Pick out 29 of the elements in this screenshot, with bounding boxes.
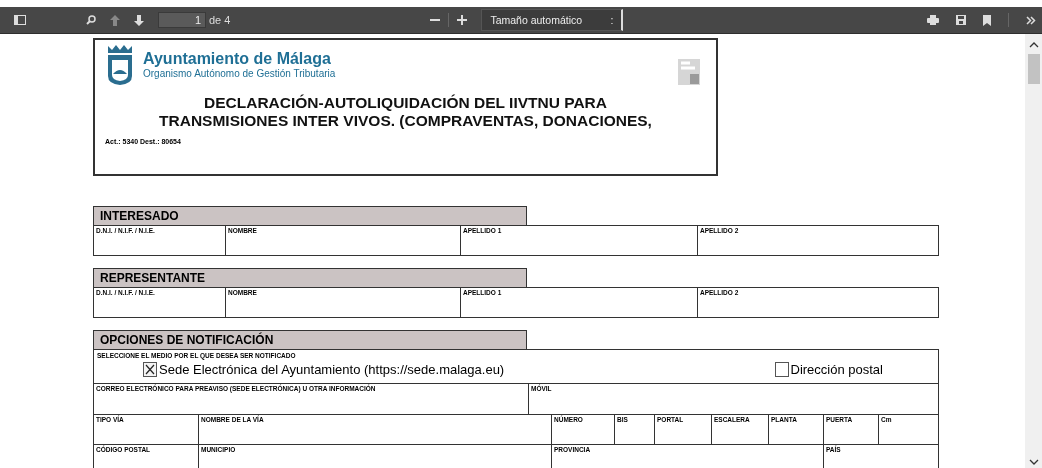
print-icon[interactable] (927, 15, 939, 25)
document-title-line: TRANSMISIONES INTER VIVOS. (COMPRAVENTAS, DONACIONES, (158, 112, 653, 130)
scroll-up-icon[interactable] (1028, 42, 1039, 48)
document-title-line: DECLARACIÓN-AUTOLIQUIDACIÓN DEL IIVTNU PARA (203, 94, 608, 112)
checkbox[interactable] (774, 362, 789, 377)
page-number-field[interactable]: 1 (158, 12, 206, 28)
scroll-down-icon[interactable] (1028, 459, 1039, 465)
section-heading: INTERESADO (93, 206, 527, 225)
section-heading: REPRESENTANTE (93, 268, 527, 287)
sidebar-toggle-icon[interactable] (14, 15, 26, 25)
option-label: Sede Electrónica del Ayuntamiento (https://sede.malaga.eu) (159, 362, 505, 377)
up-arrow-icon[interactable] (110, 14, 120, 26)
bookmark-icon[interactable] (983, 14, 991, 26)
scroll-thumb[interactable] (1027, 54, 1040, 84)
down-arrow-icon[interactable] (134, 14, 144, 26)
zoom-in-icon[interactable] (457, 15, 468, 25)
zoom-dropdown[interactable]: Tamaño automático : (481, 9, 624, 31)
scrollbar[interactable] (1025, 34, 1042, 468)
double-chevron-icon[interactable] (1026, 15, 1036, 25)
save-icon[interactable] (956, 15, 966, 25)
crest-logo-icon (105, 44, 135, 86)
checkbox[interactable] (143, 362, 157, 377)
organization-name: Ayuntamiento de Málaga (143, 50, 332, 68)
organization-subtitle: Organismo Autónomo de Gestión Tributaria (143, 68, 337, 79)
page-count: de 4 (209, 14, 231, 26)
agency-logo-icon (678, 59, 700, 85)
search-icon[interactable] (86, 15, 96, 25)
option-label: Dirección postal (790, 362, 883, 377)
section-heading: OPCIONES DE NOTIFICACIÓN (93, 330, 527, 349)
